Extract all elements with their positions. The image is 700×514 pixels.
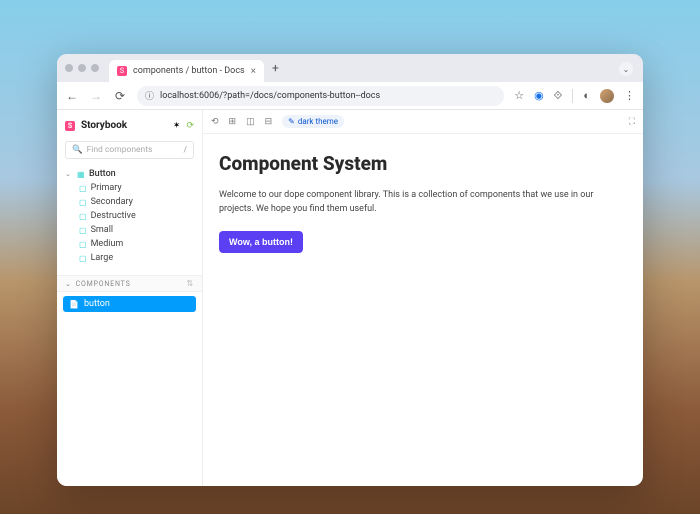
- docs-canvas: Component System Welcome to our dope com…: [203, 134, 643, 271]
- story-label: Small: [91, 225, 114, 235]
- story-label: Primary: [91, 183, 122, 193]
- content-pane: ⟲ ⊞ ◫ ⊟ ✎ dark theme ⛶ Component System …: [203, 110, 643, 486]
- tree-story[interactable]: ▢ Secondary: [61, 195, 198, 209]
- tree-story[interactable]: ▢ Medium: [61, 237, 198, 251]
- shortcuts-icon[interactable]: ✶: [173, 121, 181, 131]
- example-button[interactable]: Wow, a button!: [219, 231, 303, 253]
- story-icon: ▢: [79, 226, 87, 235]
- new-tab-button[interactable]: +: [272, 61, 279, 75]
- bookmark-icon[interactable]: ☆: [514, 89, 524, 102]
- tab-bar: S components / button - Docs × +: [57, 54, 643, 82]
- document-icon: 📄: [69, 300, 79, 309]
- zoom-icon[interactable]: ⊞: [229, 117, 237, 127]
- search-icon: 🔍: [72, 145, 83, 155]
- reload-button[interactable]: ⟳: [113, 89, 127, 103]
- browser-tab[interactable]: S components / button - Docs ×: [109, 60, 264, 82]
- tree-component-button[interactable]: ⌄ ▦ Button: [61, 167, 198, 181]
- story-icon: ▢: [79, 198, 87, 207]
- extension-icon[interactable]: ◐: [583, 89, 590, 102]
- component-icon: ▦: [77, 170, 85, 179]
- extensions-icon[interactable]: ⟐: [554, 89, 563, 103]
- story-label: Secondary: [91, 197, 133, 207]
- story-icon: ▢: [79, 254, 87, 263]
- storybook-app: S Storybook ✶ ⟳ 🔍 Find components / ⌄ ▦ …: [57, 110, 643, 486]
- tree-label: Button: [89, 169, 116, 179]
- grid-icon[interactable]: ⊟: [265, 117, 273, 127]
- brush-icon: ✎: [288, 117, 295, 126]
- brand-title: Storybook: [81, 120, 127, 131]
- browser-window: ⌄ S components / button - Docs × + ← → ⟳…: [57, 54, 643, 486]
- collapse-button[interactable]: ⌄: [619, 62, 633, 76]
- url-input[interactable]: ⓘ localhost:6006/?path=/docs/components-…: [137, 86, 504, 106]
- refresh-icon[interactable]: ⟳: [186, 121, 194, 131]
- theme-toggle[interactable]: ✎ dark theme: [282, 115, 344, 128]
- canvas-toolbar: ⟲ ⊞ ◫ ⊟ ✎ dark theme ⛶: [203, 110, 643, 134]
- doc-label: button: [84, 299, 110, 309]
- section-label: COMPONENTS: [76, 280, 131, 288]
- extension-icon[interactable]: ◉: [534, 89, 544, 102]
- story-tree: ⌄ ▦ Button ▢ Primary ▢ Secondary ▢ Destruct…: [57, 165, 202, 267]
- search-placeholder: Find components: [87, 145, 153, 155]
- forward-button[interactable]: →: [89, 89, 103, 103]
- sidebar-doc-button[interactable]: 📄 button: [63, 296, 196, 312]
- tree-story[interactable]: ▢ Small: [61, 223, 198, 237]
- url-text: localhost:6006/?path=/docs/components-bu…: [160, 91, 380, 101]
- story-icon: ▢: [79, 240, 87, 249]
- tree-story[interactable]: ▢ Large: [61, 251, 198, 265]
- search-shortcut: /: [183, 145, 187, 155]
- doc-body: Welcome to our dope component library. T…: [219, 189, 627, 216]
- tab-title: components / button - Docs: [133, 66, 245, 76]
- close-icon[interactable]: ×: [251, 66, 256, 77]
- sidebar-header: S Storybook ✶ ⟳: [57, 116, 202, 135]
- story-label: Medium: [91, 239, 124, 249]
- story-label: Large: [91, 253, 114, 263]
- back-button[interactable]: ←: [65, 89, 79, 103]
- story-icon: ▢: [79, 184, 87, 193]
- site-info-icon[interactable]: ⓘ: [145, 89, 154, 102]
- story-icon: ▢: [79, 212, 87, 221]
- chevron-down-icon: ⌄: [65, 280, 72, 288]
- story-label: Destructive: [91, 211, 136, 221]
- chevron-down-icon: ⌄: [65, 170, 73, 178]
- doc-heading: Component System: [219, 152, 627, 175]
- sidebar: S Storybook ✶ ⟳ 🔍 Find components / ⌄ ▦ …: [57, 110, 203, 486]
- sort-icon[interactable]: ⇅: [186, 279, 194, 288]
- profile-avatar[interactable]: [600, 89, 614, 103]
- background-icon[interactable]: ◫: [246, 117, 255, 127]
- tree-story[interactable]: ▢ Destructive: [61, 209, 198, 223]
- theme-label: dark theme: [298, 117, 338, 126]
- fullscreen-icon[interactable]: ⛶: [629, 117, 635, 127]
- section-header-components[interactable]: ⌄ COMPONENTS ⇅: [57, 275, 202, 292]
- extensions: ◉ ⟐ ◐ ⋮: [534, 89, 635, 103]
- storybook-logo-icon: S: [65, 121, 75, 131]
- remount-icon[interactable]: ⟲: [211, 117, 219, 127]
- address-bar: ← → ⟳ ⓘ localhost:6006/?path=/docs/compo…: [57, 82, 643, 110]
- search-input[interactable]: 🔍 Find components /: [65, 141, 194, 159]
- menu-icon[interactable]: ⋮: [624, 89, 635, 102]
- tree-story[interactable]: ▢ Primary: [61, 181, 198, 195]
- traffic-lights[interactable]: [65, 64, 99, 72]
- storybook-favicon: S: [117, 66, 127, 76]
